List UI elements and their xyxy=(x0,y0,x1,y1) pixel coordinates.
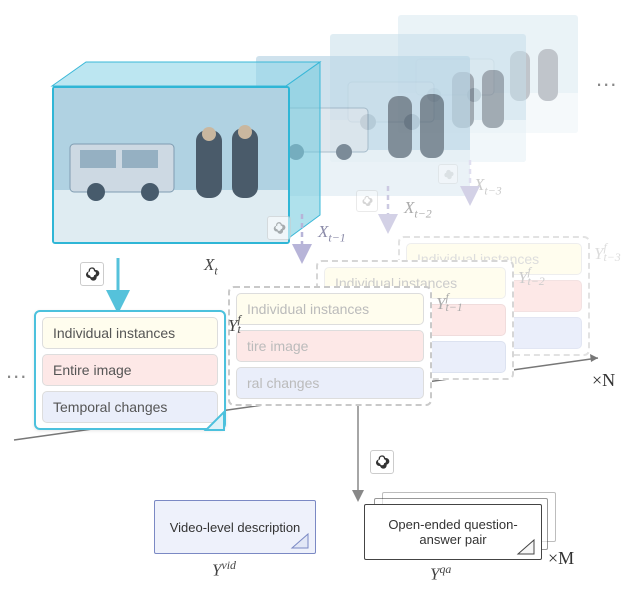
output-qa: Open-ended question-answer pair xyxy=(364,504,542,560)
output-qa-label: Yqa xyxy=(430,562,451,585)
openai-icon xyxy=(438,164,458,184)
frame-info-t: Individual instances Entire image Tempor… xyxy=(34,310,226,430)
output-video-description: Video-level description xyxy=(154,500,316,554)
frame-label-t-1: Xt−1 xyxy=(318,222,346,245)
frame-info-label-t-1: Yt−1f xyxy=(436,294,445,314)
scale-m: ×M xyxy=(548,548,574,569)
frame-info-label-t-2: Yt−2f xyxy=(518,268,527,288)
output-video-description-text: Video-level description xyxy=(170,520,301,535)
frame-label-t-2: Xt−2 xyxy=(404,198,432,221)
scale-n: ×N xyxy=(592,370,615,391)
info-temporal: ral changes xyxy=(236,367,424,399)
info-temporal: Temporal changes xyxy=(42,391,218,423)
openai-icon xyxy=(356,190,378,212)
info-individual: Individual instances xyxy=(42,317,218,349)
ellipsis-right: ... xyxy=(596,66,617,92)
ellipsis-left: ... xyxy=(6,358,27,384)
openai-icon xyxy=(267,216,291,240)
frame-label-t: Xt xyxy=(204,255,218,278)
frame-label-t-3: Xt−3 xyxy=(474,175,502,198)
info-entire: Entire image xyxy=(42,354,218,386)
openai-icon xyxy=(80,262,104,286)
output-video-description-label: Yvid xyxy=(212,558,236,581)
frame-info-label-t: Ytf xyxy=(228,316,237,336)
frame-info-label-t-3: Yt−3f xyxy=(594,244,603,264)
info-entire: tire image xyxy=(236,330,424,362)
output-qa-text: Open-ended question-answer pair xyxy=(371,517,535,547)
video-frame-t xyxy=(52,86,290,244)
openai-icon xyxy=(370,450,394,474)
info-individual: Individual instances xyxy=(236,293,424,325)
frame-info-t-1: Individual instances tire image ral chan… xyxy=(228,286,432,406)
